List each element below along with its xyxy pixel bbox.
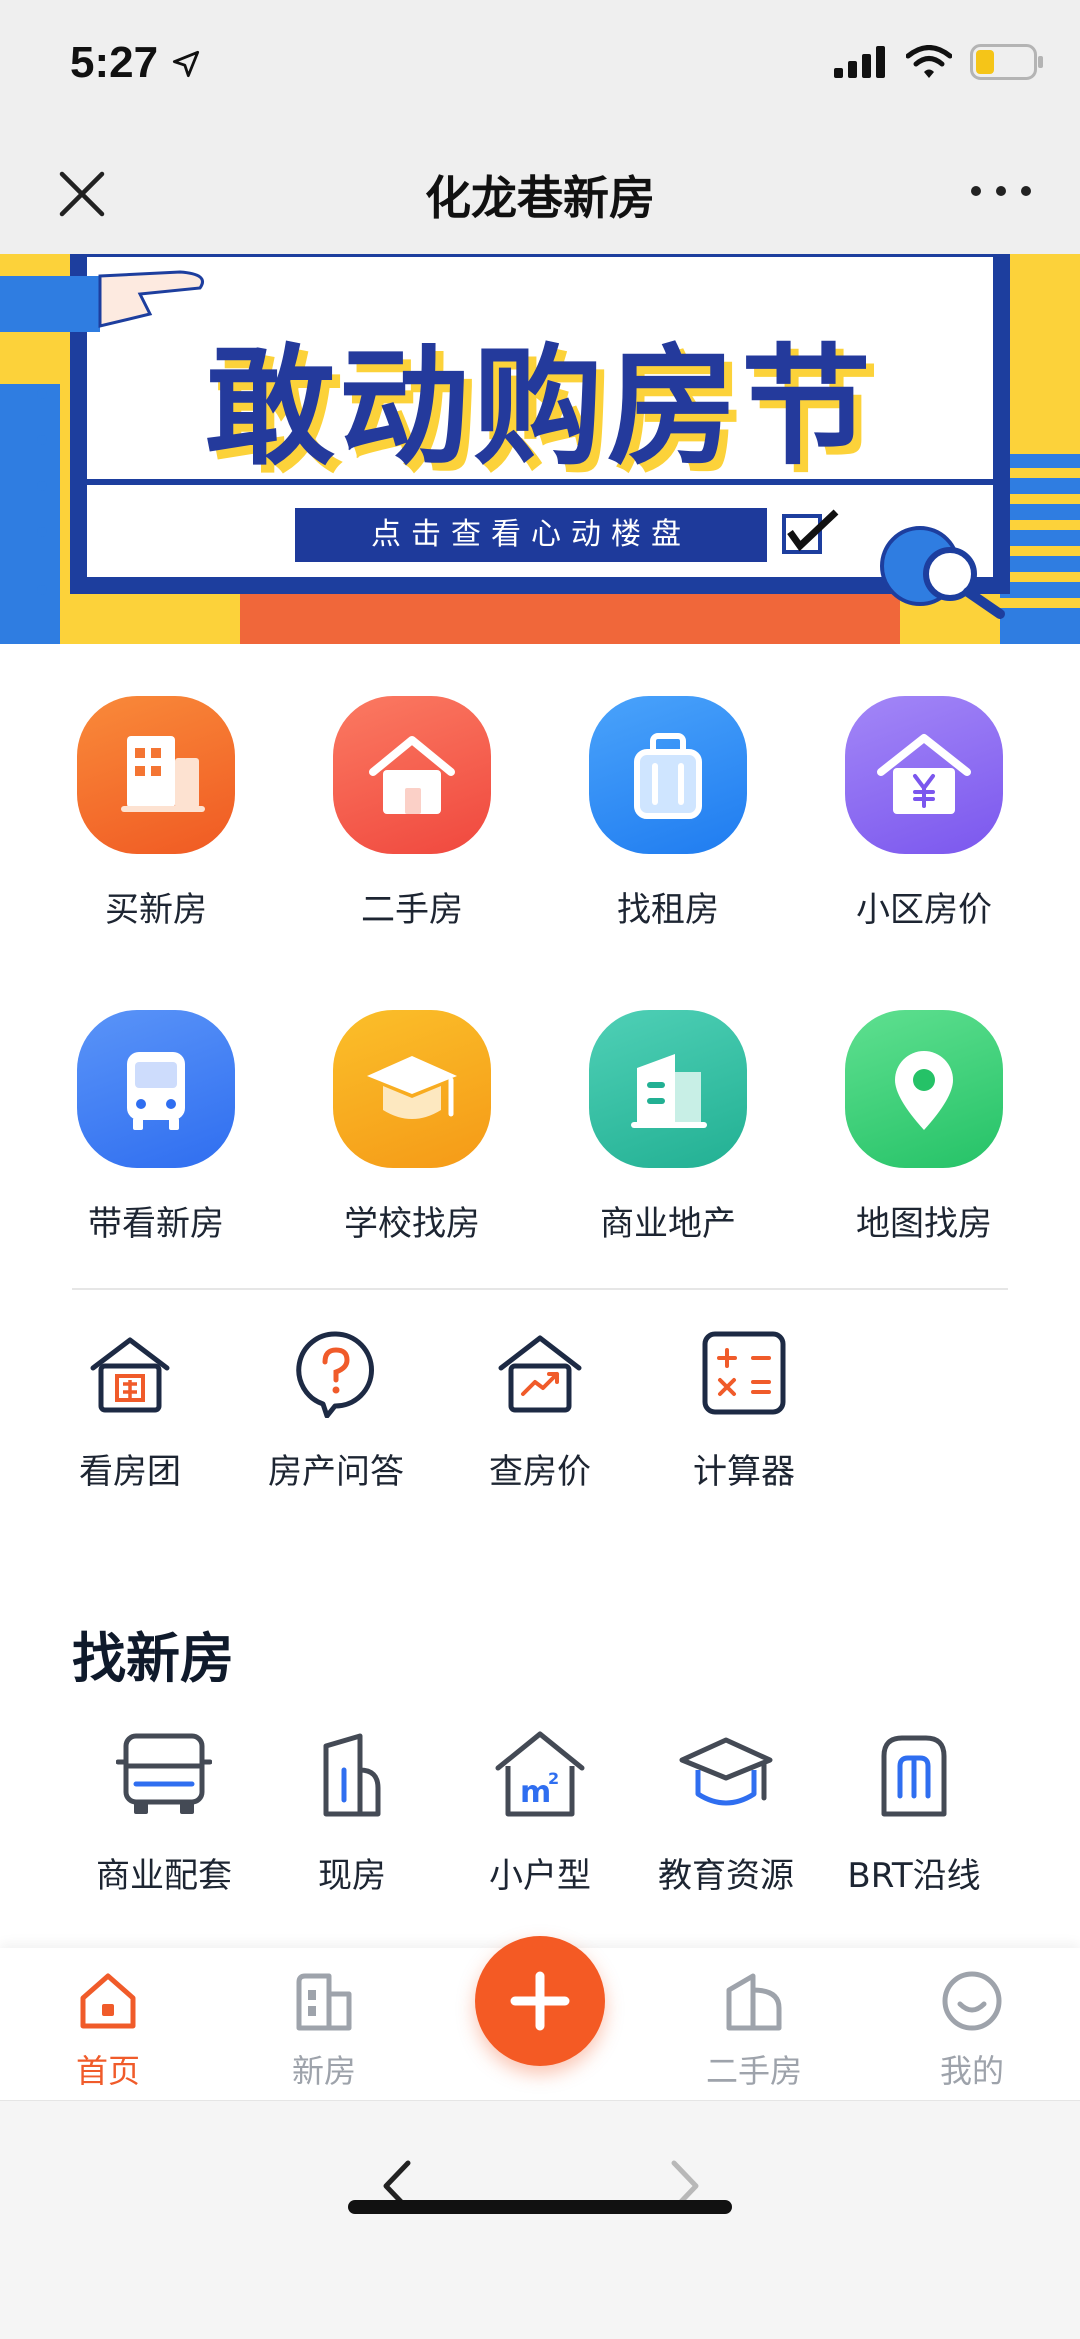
find-label: 小户型 <box>489 1856 591 1896</box>
home-icon <box>80 1973 136 2029</box>
tool-label: 房产问答 <box>268 1452 404 1492</box>
app-tour-new-house[interactable]: 带看新房 <box>28 1010 284 1245</box>
find-label: 现房 <box>318 1856 386 1896</box>
tool-calculator[interactable]: 计算器 <box>644 1328 844 1493</box>
building-outline-icon <box>323 1733 381 1817</box>
tab-label: 新房 <box>291 2052 356 2090</box>
promo-banner[interactable]: 敢动购房节 点击查看心动楼盘 <box>0 254 1080 644</box>
tool-property-qa[interactable]: 房产问答 <box>236 1328 436 1493</box>
plus-icon <box>510 1971 570 2031</box>
divider <box>72 1288 1008 1290</box>
app-label: 小区房价 <box>856 890 992 930</box>
brt-icon <box>881 1735 947 1817</box>
app-label: 买新房 <box>105 890 207 930</box>
app-label: 二手房 <box>361 890 463 930</box>
tool-check-price[interactable]: 查房价 <box>440 1328 640 1493</box>
location-arrow-icon <box>172 50 200 78</box>
page-title: 化龙巷新房 <box>425 171 655 225</box>
tool-label: 计算器 <box>693 1452 795 1492</box>
new-house-icon <box>296 1973 352 2031</box>
group-house-icon <box>90 1337 170 1413</box>
more-icon[interactable] <box>966 176 1036 206</box>
find-label: 商业配套 <box>96 1856 232 1896</box>
find-label: 教育资源 <box>658 1856 794 1896</box>
tab-label: 首页 <box>75 2052 140 2090</box>
app-community-price[interactable]: 小区房价 <box>796 696 1052 931</box>
app-label: 商业地产 <box>600 1204 736 1244</box>
find-label: BRT沿线 <box>847 1856 981 1896</box>
tool-label: 查房价 <box>489 1452 591 1492</box>
price-trend-house-icon <box>498 1335 582 1413</box>
yuan-house-icon <box>845 696 1003 854</box>
house-icon <box>333 696 491 854</box>
tool-label: 看房团 <box>79 1452 181 1492</box>
bus-icon <box>77 1010 235 1168</box>
tab-home[interactable]: 首页 <box>38 1968 178 2092</box>
app-buy-new-house[interactable]: 买新房 <box>28 696 284 931</box>
app-label: 找租房 <box>617 890 719 930</box>
battery-icon <box>970 44 1043 80</box>
tab-label: 二手房 <box>705 2052 802 2090</box>
tab-second-house[interactable]: 二手房 <box>684 1968 824 2092</box>
app-label: 地图找房 <box>856 1204 992 1244</box>
section-title: 找新房 <box>72 1627 234 1690</box>
find-commercial-facilities[interactable]: 商业配套 <box>64 1726 264 1897</box>
second-house-icon <box>726 1973 782 2031</box>
banner-title: 敢动购房节 <box>204 331 875 483</box>
home-indicator <box>348 2200 732 2214</box>
status-time: 5:27 <box>70 38 159 87</box>
app-label: 带看新房 <box>88 1204 224 1244</box>
find-ready-house[interactable]: 现房 <box>252 1726 452 1897</box>
calculator-icon <box>702 1331 786 1415</box>
tab-mine[interactable]: 我的 <box>902 1968 1042 2092</box>
bus-outline-icon <box>115 1733 213 1814</box>
graduation-cap-icon <box>333 1010 491 1168</box>
find-education[interactable]: 教育资源 <box>626 1726 826 1897</box>
browser-toolbar <box>0 2100 1080 2339</box>
svg-text:m: m <box>520 1775 551 1810</box>
app-second-hand-house[interactable]: 二手房 <box>284 696 540 931</box>
office-building-icon <box>589 1010 747 1168</box>
find-small-unit[interactable]: m 2 小户型 <box>440 1726 640 1897</box>
banner-subtitle[interactable]: 点击查看心动楼盘 <box>295 508 767 562</box>
smile-icon <box>942 1971 1002 2031</box>
graduation-outline-icon <box>679 1737 773 1806</box>
app-label: 学校找房 <box>344 1204 480 1244</box>
nav-bar: 化龙巷新房 <box>0 132 1080 254</box>
app-map-search[interactable]: 地图找房 <box>796 1010 1052 1245</box>
building-icon <box>77 696 235 854</box>
app-school-house[interactable]: 学校找房 <box>284 1010 540 1245</box>
tab-new-house[interactable]: 新房 <box>254 1968 394 2092</box>
tool-viewing-group[interactable]: 看房团 <box>30 1328 230 1493</box>
signal-icon <box>834 46 885 78</box>
status-bar: 5:27 <box>0 0 1080 132</box>
app-find-rental[interactable]: 找租房 <box>540 696 796 931</box>
svg-text:2: 2 <box>548 1769 559 1788</box>
tab-label: 我的 <box>939 2052 1004 2090</box>
post-button[interactable] <box>475 1936 605 2066</box>
question-bubble-icon <box>296 1331 374 1419</box>
m2-house-icon: m 2 <box>495 1731 585 1817</box>
app-commercial-property[interactable]: 商业地产 <box>540 1010 796 1245</box>
find-brt-line[interactable]: BRT沿线 <box>814 1726 1014 1897</box>
wifi-icon <box>906 45 952 78</box>
suitcase-icon <box>589 696 747 854</box>
map-pin-icon <box>845 1010 1003 1168</box>
